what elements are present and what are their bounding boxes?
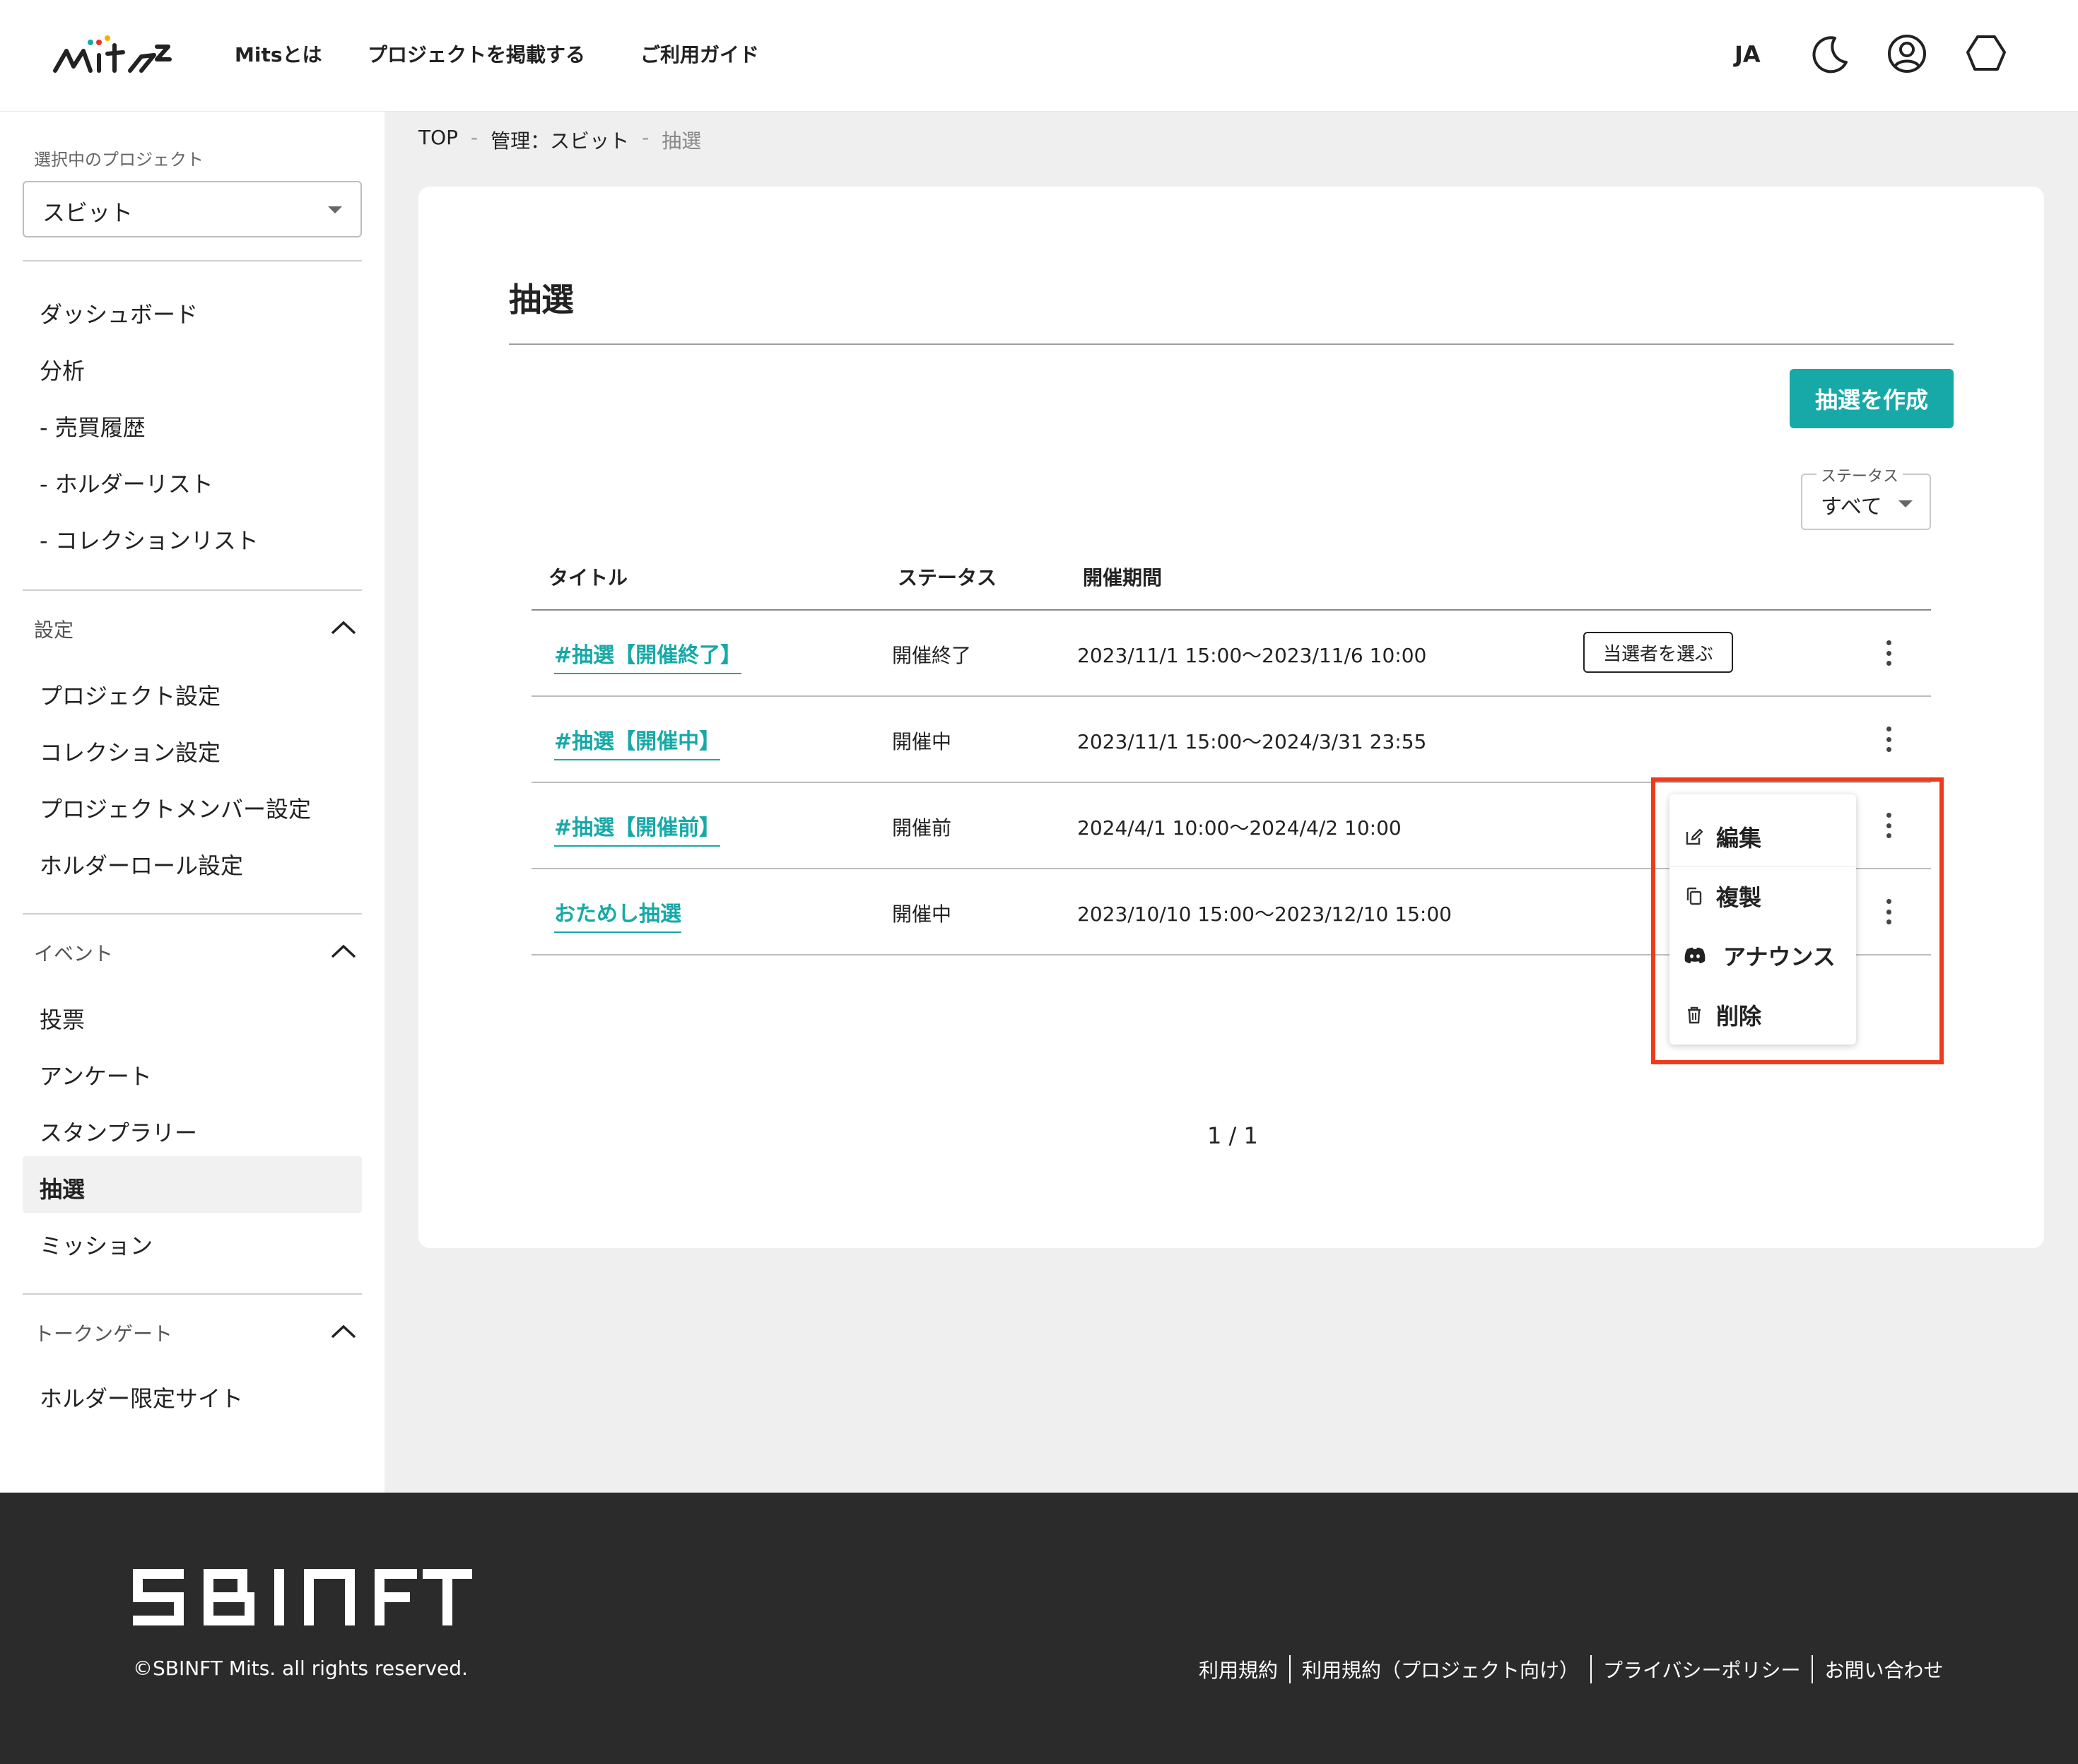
footer-link-privacy[interactable]: プライバシーポリシー bbox=[1592, 1655, 1812, 1683]
sbinft-logo[interactable] bbox=[133, 1569, 472, 1625]
account-icon[interactable] bbox=[1884, 31, 1930, 76]
breadcrumb: TOP - 管理：スビット - 抽選 bbox=[418, 126, 701, 154]
mits-logo[interactable] bbox=[51, 31, 178, 81]
pick-winners-button[interactable]: 当選者を選ぶ bbox=[1583, 632, 1733, 673]
row-period: 2023/10/10 15:00〜2023/12/10 15:00 bbox=[1077, 902, 1452, 926]
column-header-title: タイトル bbox=[548, 566, 628, 589]
sidebar-item-holder-list[interactable]: - ホルダーリスト bbox=[40, 466, 213, 499]
moon-icon[interactable] bbox=[1807, 31, 1852, 76]
sidebar-item-sales-history[interactable]: - 売買履歴 bbox=[40, 410, 146, 442]
highlight-annotation-box bbox=[1651, 777, 1944, 1064]
sidebar-divider bbox=[23, 913, 362, 915]
breadcrumb-current: 抽選 bbox=[662, 129, 702, 153]
row-title-link[interactable]: おためし抽選 bbox=[554, 896, 681, 933]
row-period: 2023/11/1 15:00〜2023/11/6 10:00 bbox=[1077, 644, 1427, 667]
status-filter-select[interactable]: ステータス すべて bbox=[1801, 464, 1931, 530]
sidebar-item-collection-list[interactable]: - コレクションリスト bbox=[40, 523, 259, 555]
copyright-text: ©SBINFT Mits. all rights reserved. bbox=[133, 1657, 468, 1680]
row-period: 2024/4/1 10:00〜2024/4/2 10:00 bbox=[1077, 816, 1402, 840]
project-select[interactable]: スビット bbox=[23, 181, 362, 237]
language-switcher[interactable]: JA bbox=[1734, 41, 1761, 68]
sidebar-item-project-settings[interactable]: プロジェクト設定 bbox=[40, 678, 221, 711]
row-title-link[interactable]: #抽選【開催中】 bbox=[554, 724, 721, 760]
caret-down-icon bbox=[1898, 500, 1913, 507]
chevron-up-icon[interactable] bbox=[329, 943, 358, 960]
caret-down-icon bbox=[328, 206, 342, 213]
sidebar-divider bbox=[23, 589, 362, 591]
breadcrumb-manage[interactable]: 管理：スビット bbox=[491, 126, 629, 154]
status-filter-label: ステータス bbox=[1816, 464, 1903, 486]
footer-link-terms[interactable]: 利用規約 bbox=[1199, 1655, 1289, 1683]
create-lottery-button[interactable]: 抽選を作成 bbox=[1790, 369, 1954, 428]
sidebar-section-events[interactable]: イベント bbox=[34, 939, 113, 967]
more-vert-icon[interactable] bbox=[1877, 636, 1900, 670]
breadcrumb-top[interactable]: TOP bbox=[418, 126, 458, 154]
row-period: 2023/11/1 15:00〜2024/3/31 23:55 bbox=[1077, 730, 1427, 753]
column-header-period: 開催期間 bbox=[1083, 566, 1163, 589]
more-vert-icon[interactable] bbox=[1877, 722, 1900, 756]
footer: ©SBINFT Mits. all rights reserved. 利用規約 … bbox=[0, 1493, 2078, 1764]
top-header: Mitsとは プロジェクトを掲載する ご利用ガイド JA bbox=[0, 0, 2078, 112]
sidebar-item-member-settings[interactable]: プロジェクトメンバー設定 bbox=[40, 792, 311, 824]
project-select-caption: 選択中のプロジェクト bbox=[34, 150, 204, 170]
breadcrumb-separator: - bbox=[471, 126, 479, 149]
sidebar-divider bbox=[23, 260, 362, 261]
project-select-value: スビット bbox=[42, 199, 134, 226]
row-status: 開催前 bbox=[892, 816, 952, 840]
sidebar-item-survey[interactable]: アンケート bbox=[40, 1059, 152, 1091]
sidebar-item-analytics[interactable]: 分析 bbox=[40, 353, 85, 386]
row-status: 開催中 bbox=[892, 902, 952, 926]
row-status: 開催中 bbox=[892, 730, 952, 753]
sidebar-section-settings[interactable]: 設定 bbox=[34, 615, 74, 643]
sidebar-item-dashboard[interactable]: ダッシュボード bbox=[40, 297, 198, 329]
sidebar-divider bbox=[23, 1293, 362, 1295]
sidebar-item-lottery[interactable]: 抽選 bbox=[40, 1172, 85, 1204]
table-row-divider bbox=[532, 695, 1931, 697]
chevron-up-icon[interactable] bbox=[329, 1323, 358, 1340]
footer-link-contact[interactable]: お問い合わせ bbox=[1813, 1655, 1943, 1683]
content-card bbox=[418, 187, 2044, 1248]
table-header-divider bbox=[532, 609, 1931, 611]
sidebar-item-holder-site[interactable]: ホルダー限定サイト bbox=[40, 1381, 243, 1413]
title-divider bbox=[509, 343, 1954, 345]
sidebar-item-stamp-rally[interactable]: スタンプラリー bbox=[40, 1115, 197, 1148]
page-title: 抽選 bbox=[509, 281, 574, 319]
nav-list-project[interactable]: プロジェクトを掲載する bbox=[368, 40, 585, 68]
sidebar-item-holder-role-settings[interactable]: ホルダーロール設定 bbox=[40, 848, 243, 881]
breadcrumb-separator: - bbox=[642, 126, 650, 149]
sidebar-item-collection-settings[interactable]: コレクション設定 bbox=[40, 735, 221, 768]
footer-links: 利用規約 利用規約（プロジェクト向け） プライバシーポリシー お問い合わせ bbox=[1199, 1655, 1944, 1683]
wallet-icon[interactable] bbox=[1963, 31, 2009, 76]
nav-about[interactable]: Mitsとは bbox=[235, 40, 322, 68]
status-filter-value: すべて bbox=[1821, 495, 1882, 519]
sidebar-item-mission[interactable]: ミッション bbox=[40, 1228, 153, 1261]
chevron-up-icon[interactable] bbox=[329, 619, 358, 636]
pagination-indicator: 1 / 1 bbox=[1207, 1122, 1258, 1149]
sidebar-item-vote[interactable]: 投票 bbox=[40, 1002, 85, 1035]
column-header-status: ステータス bbox=[898, 566, 997, 589]
sidebar-section-token-gate[interactable]: トークンゲート bbox=[34, 1319, 172, 1347]
footer-link-project-terms[interactable]: 利用規約（プロジェクト向け） bbox=[1291, 1655, 1590, 1683]
row-title-link[interactable]: #抽選【開催終了】 bbox=[554, 637, 742, 674]
row-status: 開催終了 bbox=[892, 644, 972, 667]
nav-guide[interactable]: ご利用ガイド bbox=[640, 40, 759, 68]
row-title-link[interactable]: #抽選【開催前】 bbox=[554, 810, 721, 847]
